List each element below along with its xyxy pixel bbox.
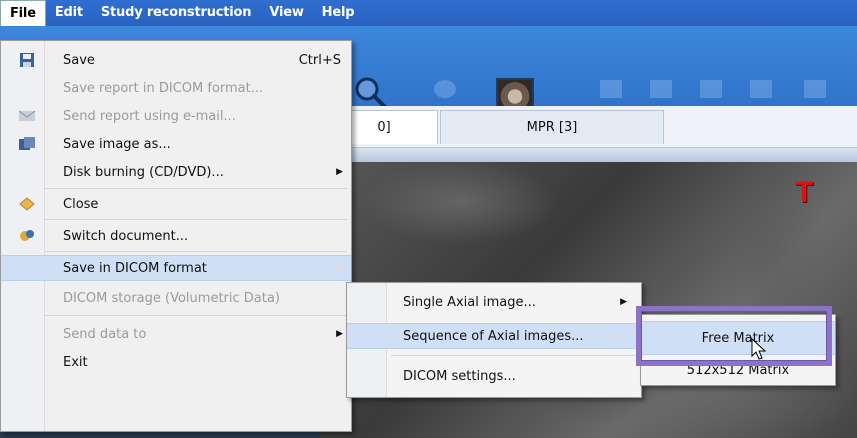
mouse-cursor-icon [751, 338, 767, 360]
menu-item-label: Save report in DICOM format... [63, 80, 264, 96]
menu-file[interactable]: File [0, 0, 46, 26]
menu-item-sequence-axial-images[interactable]: Sequence of Axial images... ▶ [347, 323, 641, 349]
menu-item-single-axial-image[interactable]: Single Axial image... ▶ [347, 289, 641, 315]
menu-item-label: DICOM storage (Volumetric Data) [63, 290, 280, 306]
menu-item-close[interactable]: Close [1, 191, 351, 217]
submenu-arrow-icon: ▶ [620, 331, 627, 341]
email-icon [17, 107, 37, 125]
menu-item-label: Disk burning (CD/DVD)... [63, 164, 224, 180]
menu-item-exit[interactable]: Exit [1, 349, 351, 375]
menu-item-label: Single Axial image... [403, 294, 536, 310]
menu-item-send-report-email[interactable]: Send report using e-mail... [1, 103, 351, 129]
file-menu: Save Ctrl+S Save report in DICOM format.… [0, 40, 352, 432]
menu-help[interactable]: Help [313, 0, 364, 26]
save-icon [17, 51, 37, 69]
menu-item-label: DICOM settings... [403, 368, 516, 384]
menu-item-save-report-dicom[interactable]: Save report in DICOM format... [1, 75, 351, 101]
save-dicom-submenu: Single Axial image... ▶ Sequence of Axia… [346, 282, 642, 398]
callout-highlight-frame [636, 306, 832, 366]
menu-item-save-image-as[interactable]: Save image as... [1, 131, 351, 157]
close-doc-icon [17, 195, 37, 213]
menu-edit[interactable]: Edit [46, 0, 92, 26]
menu-item-disk-burning[interactable]: Disk burning (CD/DVD)... ▶ [1, 159, 351, 185]
tool-icon-1[interactable] [596, 76, 626, 102]
bone-icon[interactable] [430, 76, 460, 102]
menu-item-dicom-settings[interactable]: DICOM settings... [347, 363, 641, 389]
menu-item-label: Save [63, 52, 95, 68]
menu-item-switch-document[interactable]: Switch document... [1, 223, 351, 249]
switch-doc-icon [17, 227, 37, 245]
tool-icon-5[interactable] [800, 76, 830, 102]
menu-item-dicom-storage[interactable]: DICOM storage (Volumetric Data) [1, 285, 351, 311]
menu-item-label: Switch document... [63, 228, 189, 244]
menu-item-label: Save image as... [63, 136, 171, 152]
menu-separator [391, 355, 637, 356]
menu-bar: File Edit Study reconstruction View Help [0, 0, 857, 26]
menu-separator [45, 188, 347, 189]
orientation-marker: T [795, 176, 814, 209]
menu-separator [45, 315, 347, 316]
menu-item-shortcut: Ctrl+S [298, 52, 341, 68]
tool-icon-2[interactable] [646, 76, 676, 102]
submenu-arrow-icon: ▶ [620, 297, 627, 307]
menu-item-label: Send report using e-mail... [63, 108, 236, 124]
menu-item-label: Sequence of Axial images... [403, 328, 584, 344]
menu-item-send-data-to[interactable]: Send data to ▶ [1, 321, 351, 347]
menu-item-save[interactable]: Save Ctrl+S [1, 47, 351, 73]
submenu-arrow-icon: ▶ [336, 167, 343, 177]
save-image-icon [17, 135, 37, 153]
menu-item-label: Send data to [63, 326, 147, 342]
menu-study-reconstruction[interactable]: Study reconstruction [92, 0, 260, 26]
menu-item-label: Save in DICOM format [63, 260, 207, 276]
menu-item-label: Close [63, 196, 99, 212]
tool-icon-4[interactable] [746, 76, 776, 102]
submenu-arrow-icon: ▶ [336, 329, 343, 339]
menu-separator [45, 251, 347, 252]
menu-item-save-in-dicom[interactable]: Save in DICOM format ▶ [1, 255, 351, 281]
menu-separator [45, 219, 347, 220]
submenu-arrow-icon: ▶ [336, 263, 343, 273]
menu-item-label: Exit [63, 354, 88, 370]
tab-mpr[interactable]: MPR [3] [440, 110, 664, 144]
tool-icon-3[interactable] [696, 76, 726, 102]
menu-view[interactable]: View [260, 0, 312, 26]
